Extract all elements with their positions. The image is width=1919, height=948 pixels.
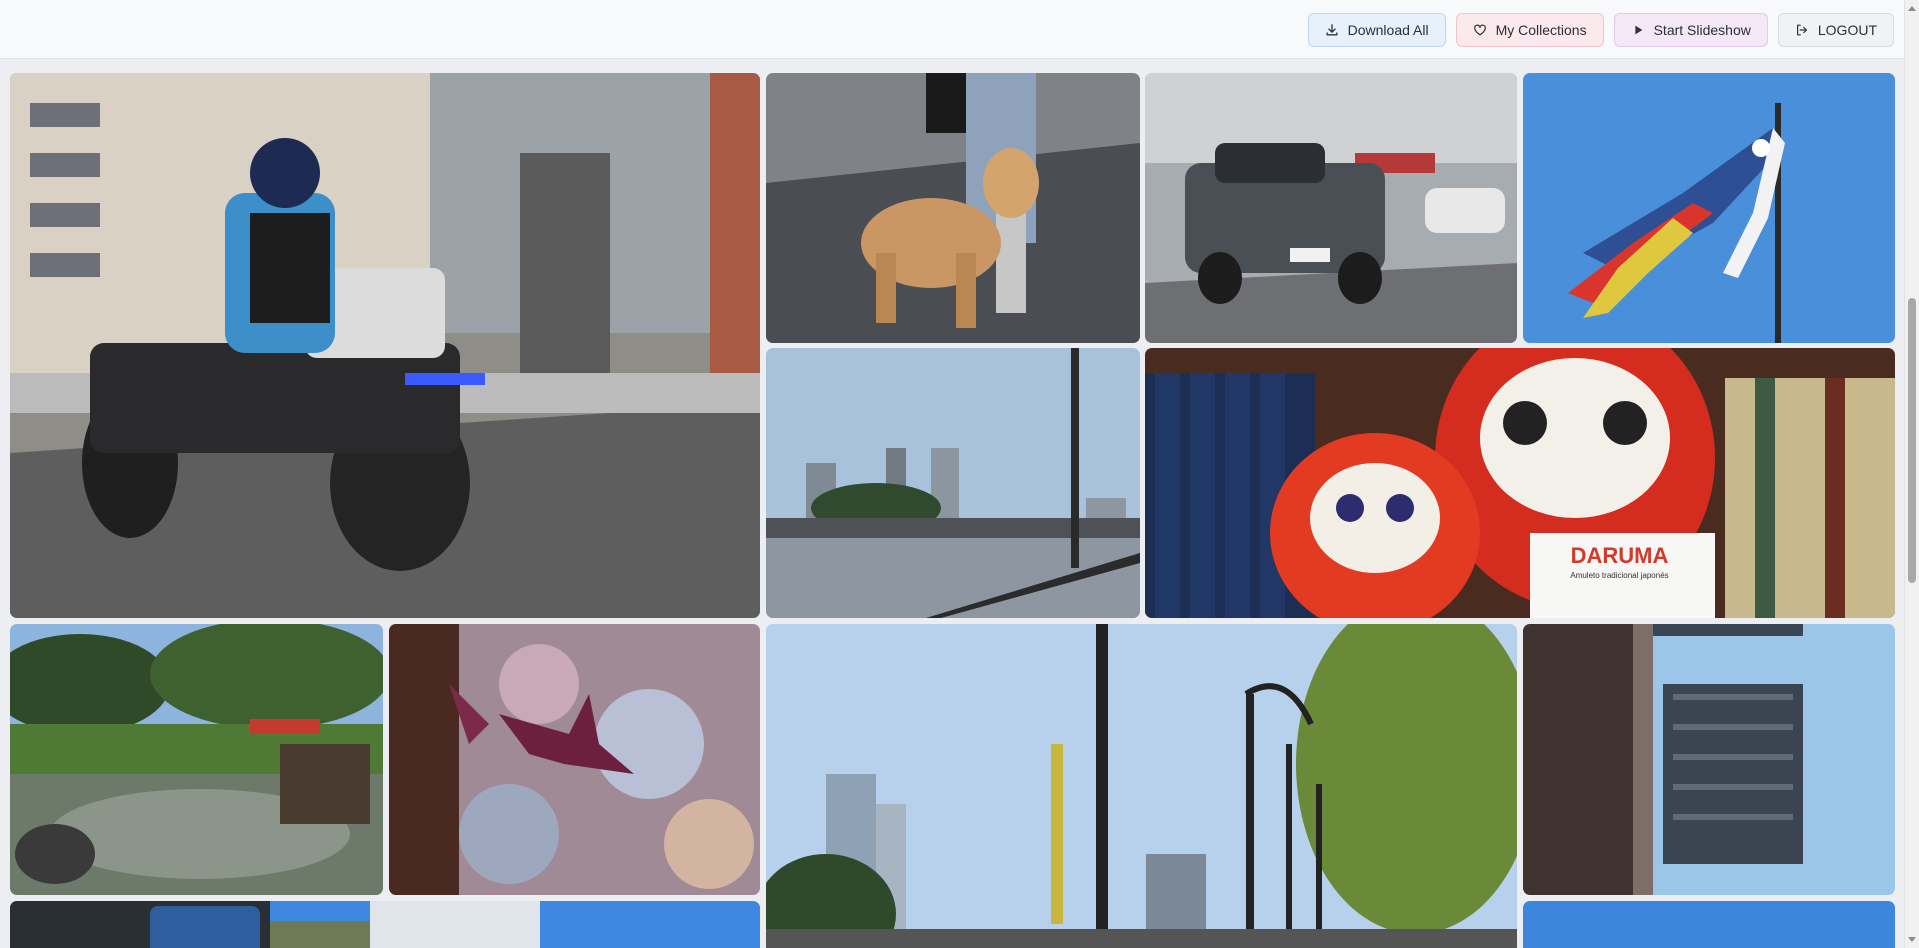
photo-waterfront-skyline[interactable] [766, 348, 1140, 618]
photo-police-atv[interactable] [10, 73, 760, 618]
photo-daruma-dolls[interactable]: DARUMA Amuleto tradicional japonés [1145, 348, 1895, 618]
logout-label: LOGOUT [1817, 22, 1877, 38]
scroll-up-arrow-icon[interactable] [1908, 6, 1916, 11]
vertical-scrollbar[interactable] [1904, 0, 1919, 948]
photo-dog[interactable] [766, 73, 1140, 343]
photo-japanese-garden[interactable] [10, 624, 383, 895]
photo-harbor-promenade[interactable] [766, 624, 1517, 948]
photo-blue-bus[interactable] [10, 901, 760, 948]
photo-blue-sky[interactable] [1523, 901, 1895, 948]
heart-icon [1473, 23, 1487, 37]
toolbar-actions: Download All My Collections Start Slides… [1307, 13, 1894, 47]
photo-grid: DARUMA Amuleto tradicional japonés [0, 59, 1904, 948]
daruma-sign-title: DARUMA [1570, 543, 1669, 568]
download-all-label: Download All [1347, 22, 1429, 38]
logout-icon [1795, 23, 1809, 37]
my-collections-label: My Collections [1495, 22, 1587, 38]
start-slideshow-button[interactable]: Start Slideshow [1613, 13, 1768, 47]
photo-koi-windsock[interactable] [1523, 73, 1895, 343]
logout-button[interactable]: LOGOUT [1777, 13, 1894, 47]
photo-apartment-tower[interactable] [1523, 624, 1895, 895]
daruma-sign-subtitle: Amuleto tradicional japonés [1570, 571, 1669, 580]
download-icon [1325, 23, 1339, 37]
scrollbar-thumb[interactable] [1908, 298, 1916, 583]
photo-paper-cranes[interactable] [389, 624, 760, 895]
photo-truck[interactable] [1145, 73, 1517, 343]
play-icon [1631, 23, 1645, 37]
download-all-button[interactable]: Download All [1307, 13, 1446, 47]
daruma-sign: DARUMA Amuleto tradicional japonés [1527, 543, 1712, 580]
top-toolbar: Download All My Collections Start Slides… [0, 0, 1904, 59]
scroll-down-arrow-icon[interactable] [1908, 937, 1916, 942]
start-slideshow-label: Start Slideshow [1653, 22, 1751, 38]
my-collections-button[interactable]: My Collections [1455, 13, 1604, 47]
